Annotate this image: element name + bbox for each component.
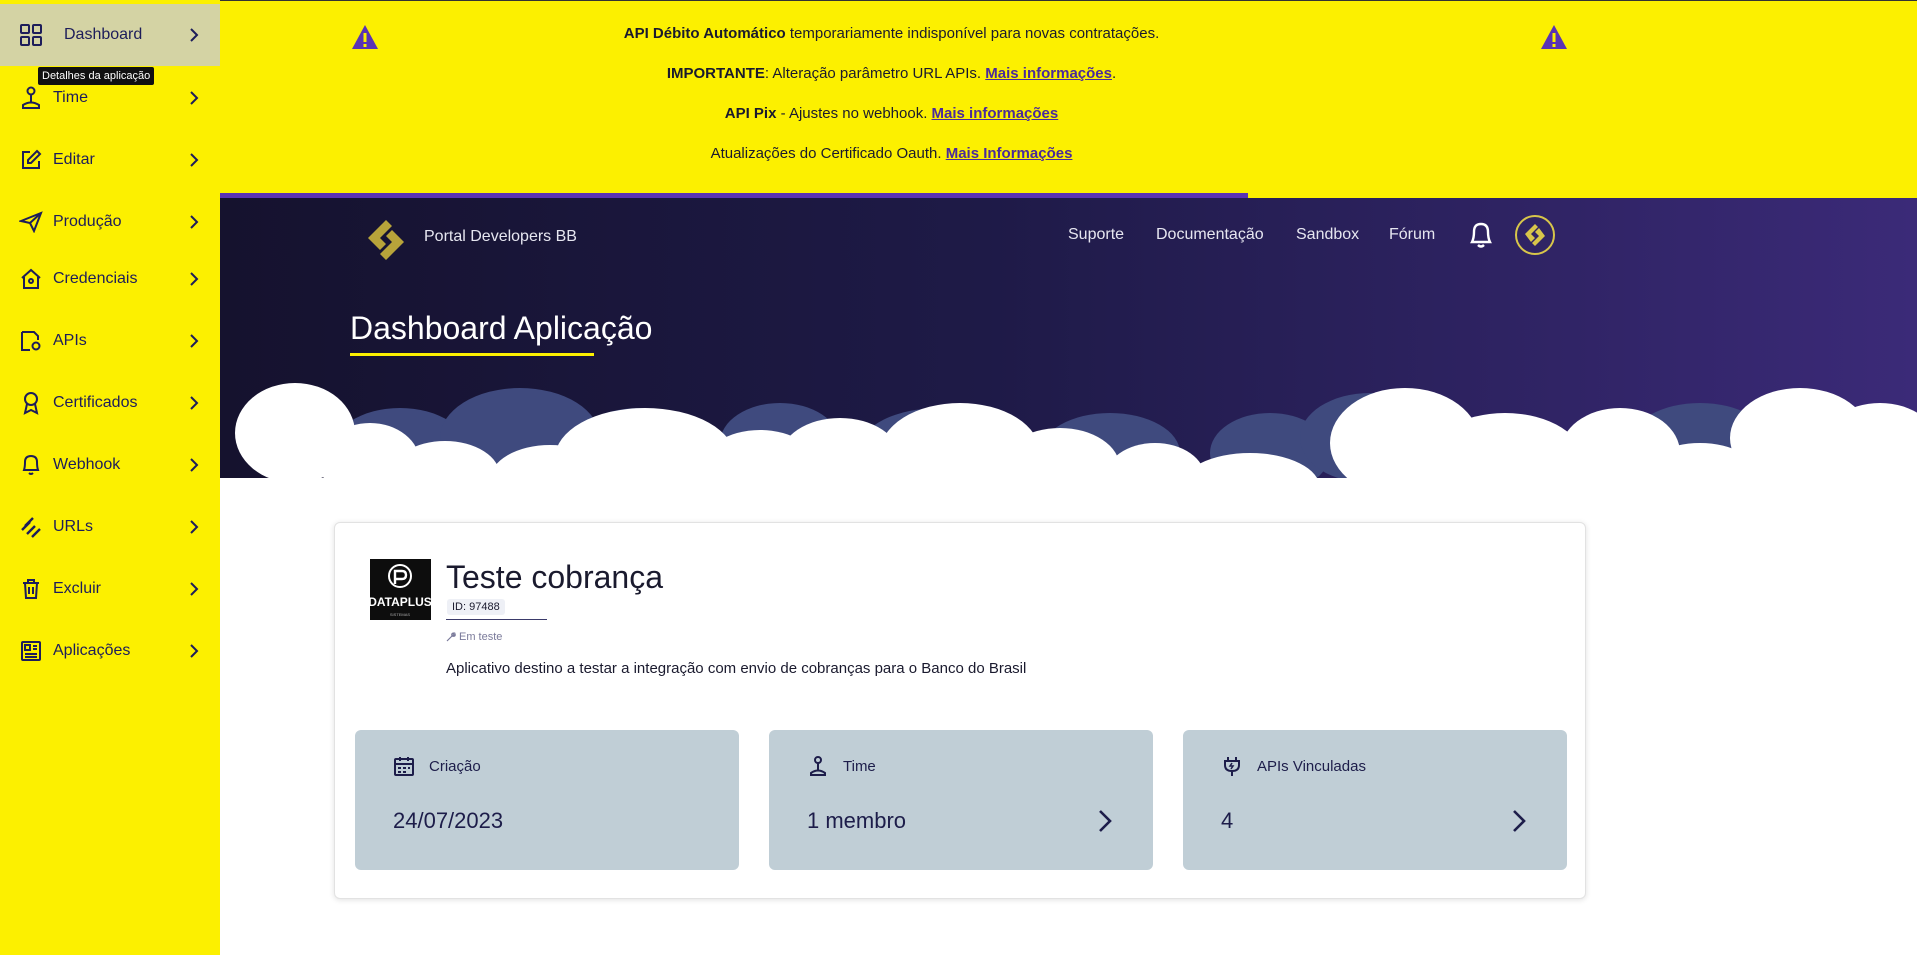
- person-icon: [18, 85, 44, 111]
- chevron-right-icon: [190, 272, 199, 286]
- sidebar-item-label: URLs: [53, 518, 94, 535]
- sidebar-item-dashboard[interactable]: Dashboard: [0, 4, 220, 66]
- chevron-right-icon: [190, 582, 199, 596]
- sidebar-item-label: Produção: [53, 213, 122, 230]
- more-info-link[interactable]: Mais Informações: [946, 145, 1073, 162]
- tile-value: 4: [1221, 808, 1234, 833]
- banner-line-importante: IMPORTANTE: Alteração parâmetro URL APIs…: [220, 65, 1563, 82]
- sidebar-item-editar[interactable]: Editar: [0, 129, 220, 191]
- app-logo-text: DATAPLUS: [370, 595, 431, 609]
- chevron-right-icon: [190, 215, 199, 229]
- tile-label: Criação: [429, 758, 481, 775]
- sidebar-item-label: Editar: [53, 151, 95, 168]
- sidebar-item-label: APIs: [53, 332, 87, 349]
- chevron-right-icon: [190, 458, 199, 472]
- app-status-label: Em teste: [459, 631, 503, 643]
- title-underline: [350, 353, 594, 356]
- wrench-icon: [446, 632, 456, 642]
- banner-line-bold: IMPORTANTE: [666, 65, 765, 82]
- sidebar-item-producao[interactable]: Produção: [0, 191, 220, 253]
- apps-icon: [18, 638, 44, 664]
- alert-banner: API Débito Automático temporariamente in…: [220, 0, 1917, 193]
- sidebar-item-webhook[interactable]: Webhook: [0, 434, 220, 496]
- sidebar-item-excluir[interactable]: Excluir: [0, 558, 220, 620]
- bb-logo-icon[interactable]: [358, 212, 414, 268]
- bb-logo-icon: [1525, 224, 1545, 246]
- bell-icon: [18, 452, 44, 478]
- banner-line-text: : Alteração parâmetro URL APIs.: [764, 65, 986, 82]
- app-name: Teste cobrança: [446, 559, 664, 595]
- app-id-badge: ID: 97488: [447, 599, 505, 615]
- banner-line-text: Atualizações do Certificado Oauth.: [710, 145, 946, 162]
- banner-line-bold: API Débito Automático: [623, 25, 786, 42]
- banner-line-text: .: [1112, 65, 1117, 82]
- tile-apis-vinculadas[interactable]: APIs Vinculadas 4: [1183, 730, 1567, 870]
- sidebar-item-apis[interactable]: APIs: [0, 310, 220, 372]
- chevron-right-icon: [190, 334, 199, 348]
- app-logo: DATAPLUS SISTEMAS: [368, 559, 432, 620]
- sidebar-item-label: Time: [53, 89, 88, 106]
- hero-header: Portal Developers BB Suporte Documentaçã…: [220, 198, 1917, 498]
- link-icon: [18, 514, 44, 540]
- chevron-right-icon: [190, 644, 199, 658]
- banner-line-oauth: Atualizações do Certificado Oauth. Mais …: [220, 145, 1563, 162]
- page-title: Dashboard Aplicação: [350, 310, 653, 346]
- house-key-icon: [18, 266, 44, 292]
- sidebar-item-aplicacoes[interactable]: Aplicações: [0, 620, 220, 682]
- notification-bell-icon[interactable]: [1467, 220, 1495, 250]
- person-icon: [810, 756, 826, 776]
- chevron-right-icon[interactable]: [1509, 808, 1529, 834]
- tile-time[interactable]: Time 1 membro: [769, 730, 1153, 870]
- sidebar-item-label: Credenciais: [53, 270, 138, 287]
- nav-documentacao[interactable]: Documentação: [1156, 226, 1264, 244]
- tile-value: 1 membro: [807, 808, 907, 833]
- nav-suporte[interactable]: Suporte: [1068, 226, 1124, 244]
- banner-line-debito: API Débito Automático temporariamente in…: [220, 25, 1563, 42]
- trash-icon: [18, 576, 44, 602]
- sidebar-item-time[interactable]: Time: [0, 67, 220, 129]
- chevron-right-icon: [190, 28, 199, 42]
- app-logo-subtext: SISTEMAS: [390, 612, 411, 617]
- api-gear-icon: [18, 328, 44, 354]
- chevron-right-icon: [190, 520, 199, 534]
- nav-sandbox[interactable]: Sandbox: [1296, 226, 1359, 244]
- sidebar-item-label: Certificados: [53, 394, 138, 411]
- more-info-link[interactable]: Mais informações: [932, 105, 1059, 122]
- sidebar-item-credenciais[interactable]: Credenciais: [0, 248, 220, 310]
- tile-value: 24/07/2023: [393, 808, 504, 833]
- tile-criacao: Criação 24/07/2023: [355, 730, 739, 870]
- chevron-right-icon: [190, 91, 199, 105]
- more-info-link[interactable]: Mais informações: [985, 65, 1112, 82]
- ribbon-icon: [18, 390, 44, 416]
- banner-line-pix: API Pix - Ajustes no webhook. Mais infor…: [220, 105, 1563, 122]
- banner-line-bold: API Pix: [724, 105, 777, 122]
- divider: [446, 619, 547, 620]
- plug-icon: [1224, 757, 1240, 776]
- banner-line-text: - Ajustes no webhook.: [776, 105, 932, 122]
- tile-label: APIs Vinculadas: [1257, 758, 1366, 775]
- app-description: Aplicativo destino a testar a integração…: [446, 660, 1027, 677]
- app-card: DATAPLUS SISTEMAS Teste cobrança ID: 974…: [334, 522, 1586, 899]
- sidebar-item-label: Dashboard: [64, 26, 143, 43]
- calendar-icon: [394, 757, 414, 776]
- edit-icon: [18, 147, 44, 173]
- sidebar-item-label: Aplicações: [53, 642, 131, 659]
- paper-plane-icon: [18, 209, 44, 235]
- chevron-right-icon: [190, 396, 199, 410]
- sidebar: Dashboard Detalhes da aplicação Time Edi…: [0, 0, 220, 955]
- sidebar-item-urls[interactable]: URLs: [0, 496, 220, 558]
- banner-line-text: temporariamente indisponível para novas …: [785, 25, 1160, 42]
- app-status: Em teste: [446, 631, 502, 643]
- chevron-right-icon[interactable]: [1095, 808, 1115, 834]
- nav-forum[interactable]: Fórum: [1389, 226, 1435, 244]
- grid-icon: [18, 22, 44, 48]
- sidebar-item-label: Excluir: [53, 580, 102, 597]
- clouds-decoration: [220, 383, 1917, 498]
- sidebar-item-label: Webhook: [53, 456, 121, 473]
- user-avatar[interactable]: [1515, 215, 1555, 255]
- tile-label: Time: [843, 758, 876, 775]
- chevron-right-icon: [190, 153, 199, 167]
- portal-name[interactable]: Portal Developers BB: [424, 228, 577, 246]
- sidebar-item-certificados[interactable]: Certificados: [0, 372, 220, 434]
